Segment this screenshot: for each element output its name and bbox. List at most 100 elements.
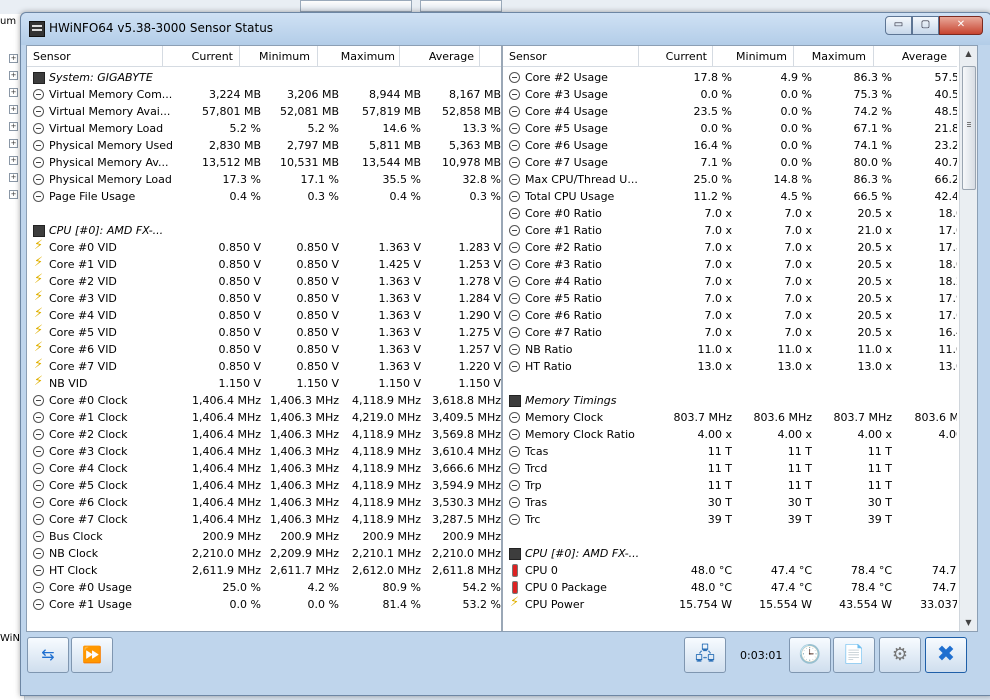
maximum-value: 74.2 % xyxy=(853,105,892,118)
average-value: 23.2 % xyxy=(934,139,957,152)
settings-button[interactable]: ⚙ xyxy=(879,637,921,673)
sensor-row[interactable]: Core #1 Ratio 7.0 x 7.0 x 21.0 x 17.0 x xyxy=(503,222,957,239)
sensor-row[interactable]: Core #2 Clock 1,406.4 MHz 1,406.3 MHz 4,118… xyxy=(27,426,501,443)
sensor-row[interactable]: Core #2 Ratio 7.0 x 7.0 x 20.5 x 17.8 x xyxy=(503,239,957,256)
sensor-group-header[interactable]: Memory Timings xyxy=(503,392,957,409)
scroll-down-icon[interactable]: ▼ xyxy=(960,615,977,631)
sensor-row[interactable]: Core #1 Clock 1,406.4 MHz 1,406.3 MHz 4,219… xyxy=(27,409,501,426)
sensor-row[interactable]: CPU 0 Package 48.0 °C 47.4 °C 78.4 °C 74.7 °… xyxy=(503,579,957,596)
sensor-row[interactable]: Physical Memory Av... 13,512 MB 10,531 MB 1… xyxy=(27,154,501,171)
vertical-scrollbar[interactable]: ▲ ▼ xyxy=(959,46,977,631)
sensor-row[interactable]: Core #7 Clock 1,406.4 MHz 1,406.3 MHz 4,118… xyxy=(27,511,501,528)
header-maximum[interactable]: Maximum xyxy=(812,50,866,63)
sensor-row[interactable]: ⚡ Core #7 VID 0.850 V 0.850 V 1.363 V 1.220 V xyxy=(27,358,501,375)
sensor-group-header[interactable]: CPU [#0]: AMD FX-... xyxy=(503,545,957,562)
tree-expand-icon[interactable]: + xyxy=(9,156,18,165)
tree-expand-icon[interactable]: + xyxy=(9,190,18,199)
sensor-row[interactable]: HT Clock 2,611.9 MHz 2,611.7 MHz 2,612.0 MH… xyxy=(27,562,501,579)
sensor-row[interactable]: Core #7 Ratio 7.0 x 7.0 x 20.5 x 16.4 x xyxy=(503,324,957,341)
sensor-row[interactable]: Core #4 Usage 23.5 % 0.0 % 74.2 % 48.5 % xyxy=(503,103,957,120)
sensor-row[interactable]: Core #1 Usage 0.0 % 0.0 % 81.4 % 53.2 % xyxy=(27,596,501,613)
header-sensor[interactable]: Sensor xyxy=(509,50,547,63)
expand-layout-button[interactable]: ⏩ xyxy=(71,637,113,673)
sensor-row[interactable]: NB Ratio 11.0 x 11.0 x 11.0 x 11.0 x xyxy=(503,341,957,358)
sensor-row[interactable]: ⚡ Core #5 VID 0.850 V 0.850 V 1.363 V 1.275 V xyxy=(27,324,501,341)
sensor-row[interactable]: Virtual Memory Com... 3,224 MB 3,206 MB 8,9… xyxy=(27,86,501,103)
sensor-row[interactable]: Core #4 Clock 1,406.4 MHz 1,406.3 MHz 4,118… xyxy=(27,460,501,477)
sensor-row[interactable]: Memory Clock Ratio 4.00 x 4.00 x 4.00 x 4.00… xyxy=(503,426,957,443)
tree-expand-icon[interactable]: + xyxy=(9,173,18,182)
logging-button[interactable]: 📄 xyxy=(833,637,875,673)
tree-expand-icon[interactable]: + xyxy=(9,88,18,97)
minimize-button[interactable]: ▭ xyxy=(885,16,912,35)
scroll-up-icon[interactable]: ▲ xyxy=(960,46,977,62)
header-minimum[interactable]: Minimum xyxy=(259,50,310,63)
header-average[interactable]: Average xyxy=(429,50,474,63)
sensor-row[interactable]: Trc 39 T 39 T 39 T xyxy=(503,511,957,528)
tree-expand-icon[interactable]: + xyxy=(9,105,18,114)
sensor-row[interactable]: Core #6 Usage 16.4 % 0.0 % 74.1 % 23.2 % xyxy=(503,137,957,154)
sensor-row[interactable]: ⚡ Core #2 VID 0.850 V 0.850 V 1.363 V 1.278 V xyxy=(27,273,501,290)
sensor-row[interactable]: Core #5 Clock 1,406.4 MHz 1,406.3 MHz 4,118… xyxy=(27,477,501,494)
sensor-row[interactable]: Tcas 11 T 11 T 11 T xyxy=(503,443,957,460)
sensor-row[interactable]: Memory Clock 803.7 MHz 803.6 MHz 803.7 MHz 8… xyxy=(503,409,957,426)
sensor-row[interactable]: ⚡ Core #1 VID 0.850 V 0.850 V 1.425 V 1.253 V xyxy=(27,256,501,273)
sensor-row[interactable]: Bus Clock 200.9 MHz 200.9 MHz 200.9 MHz 200.… xyxy=(27,528,501,545)
header-current[interactable]: Current xyxy=(192,50,233,63)
sensor-row[interactable]: Core #7 Usage 7.1 % 0.0 % 80.0 % 40.7 % xyxy=(503,154,957,171)
sensor-row[interactable]: Virtual Memory Load 5.2 % 5.2 % 14.6 % 13.3 … xyxy=(27,120,501,137)
sensor-row[interactable]: Total CPU Usage 11.2 % 4.5 % 66.5 % 42.4 % xyxy=(503,188,957,205)
sensor-row[interactable]: Core #0 Usage 25.0 % 4.2 % 80.9 % 54.2 % xyxy=(27,579,501,596)
maximize-button[interactable]: ▢ xyxy=(912,16,939,35)
sensor-row[interactable]: CPU 0 48.0 °C 47.4 °C 78.4 °C 74.7 °C xyxy=(503,562,957,579)
sensor-group-header[interactable]: CPU [#0]: AMD FX-... xyxy=(27,222,501,239)
header-maximum[interactable]: Maximum xyxy=(341,50,395,63)
sensor-row[interactable]: HT Ratio 13.0 x 13.0 x 13.0 x 13.0 x xyxy=(503,358,957,375)
sensor-row[interactable]: Physical Memory Load 17.3 % 17.1 % 35.5 % 32… xyxy=(27,171,501,188)
header-sensor[interactable]: Sensor xyxy=(33,50,71,63)
sensor-row[interactable]: Virtual Memory Avai... 57,801 MB 52,081 MB… xyxy=(27,103,501,120)
sensor-group-header[interactable]: System: GIGABYTE xyxy=(27,69,501,86)
sensor-row[interactable]: Max CPU/Thread U... 25.0 % 14.8 % 86.3 % 66.… xyxy=(503,171,957,188)
collapse-layout-button[interactable]: ⇆ xyxy=(27,637,69,673)
sensor-row[interactable]: NB Clock 2,210.0 MHz 2,209.9 MHz 2,210.1 MH… xyxy=(27,545,501,562)
sensor-row[interactable]: Core #6 Ratio 7.0 x 7.0 x 20.5 x 17.6 x xyxy=(503,307,957,324)
tree-expand-icon[interactable]: + xyxy=(9,139,18,148)
title-bar[interactable]: HWiNFO64 v5.38-3000 Sensor Status ▭ ▢ ✕ xyxy=(21,13,990,45)
sensor-row[interactable]: ⚡ Core #3 VID 0.850 V 0.850 V 1.363 V 1.284 V xyxy=(27,290,501,307)
sensor-row[interactable]: Trp 11 T 11 T 11 T xyxy=(503,477,957,494)
scroll-thumb[interactable] xyxy=(962,66,976,190)
close-sensors-button[interactable]: ✖ xyxy=(925,637,967,673)
sensor-row[interactable]: ⚡ Core #4 VID 0.850 V 0.850 V 1.363 V 1.290 V xyxy=(27,307,501,324)
header-current[interactable]: Current xyxy=(666,50,707,63)
tree-expand-icon[interactable]: + xyxy=(9,71,18,80)
sensor-row[interactable]: Core #0 Clock 1,406.4 MHz 1,406.3 MHz 4,118… xyxy=(27,392,501,409)
header-average[interactable]: Average xyxy=(902,50,947,63)
sensor-row[interactable]: ⚡ Core #6 VID 0.850 V 0.850 V 1.363 V 1.257 V xyxy=(27,341,501,358)
network-button[interactable]: 🖧 xyxy=(684,637,726,673)
sensor-row[interactable]: Page File Usage 0.4 % 0.3 % 0.4 % 0.3 % xyxy=(27,188,501,205)
minimum-value: 7.0 x xyxy=(784,207,813,220)
tree-expand-icon[interactable]: + xyxy=(9,122,18,131)
header-minimum[interactable]: Minimum xyxy=(736,50,787,63)
sensor-row[interactable]: Core #6 Clock 1,406.4 MHz 1,406.3 MHz 4,118… xyxy=(27,494,501,511)
sensor-row[interactable]: Core #3 Clock 1,406.4 MHz 1,406.3 MHz 4,118… xyxy=(27,443,501,460)
sensor-row[interactable]: Physical Memory Used 2,830 MB 2,797 MB 5,81… xyxy=(27,137,501,154)
sensor-row[interactable]: Core #5 Ratio 7.0 x 7.0 x 20.5 x 17.9 x xyxy=(503,290,957,307)
sensor-row[interactable]: Core #3 Ratio 7.0 x 7.0 x 20.5 x 18.0 x xyxy=(503,256,957,273)
sensor-row[interactable]: ⚡ Core #0 VID 0.850 V 0.850 V 1.363 V 1.283 V xyxy=(27,239,501,256)
sensor-row[interactable]: Core #0 Ratio 7.0 x 7.0 x 20.5 x 18.0 x xyxy=(503,205,957,222)
sensor-row[interactable]: Core #5 Usage 0.0 % 0.0 % 67.1 % 21.8 % xyxy=(503,120,957,137)
sensor-row[interactable]: Core #2 Usage 17.8 % 4.9 % 86.3 % 57.5 % xyxy=(503,69,957,86)
tree-expand-icon[interactable]: + xyxy=(9,54,18,63)
current-value: 1,406.4 MHz xyxy=(191,394,261,407)
reset-timer-button[interactable]: 🕒 xyxy=(789,637,831,673)
sensor-row[interactable]: Core #4 Ratio 7.0 x 7.0 x 20.5 x 18.2 x xyxy=(503,273,957,290)
sensor-row[interactable]: Trcd 11 T 11 T 11 T xyxy=(503,460,957,477)
maximum-value: 200.9 MHz xyxy=(362,530,421,543)
sensor-row[interactable]: Tras 30 T 30 T 30 T xyxy=(503,494,957,511)
sensor-row[interactable]: ⚡ NB VID 1.150 V 1.150 V 1.150 V 1.150 V xyxy=(27,375,501,392)
sensor-row[interactable]: Core #3 Usage 0.0 % 0.0 % 75.3 % 40.5 % xyxy=(503,86,957,103)
sensor-row[interactable]: ⚡ CPU Power 15.754 W 15.554 W 43.554 W 33.037… xyxy=(503,596,957,613)
close-window-button[interactable]: ✕ xyxy=(939,16,983,35)
